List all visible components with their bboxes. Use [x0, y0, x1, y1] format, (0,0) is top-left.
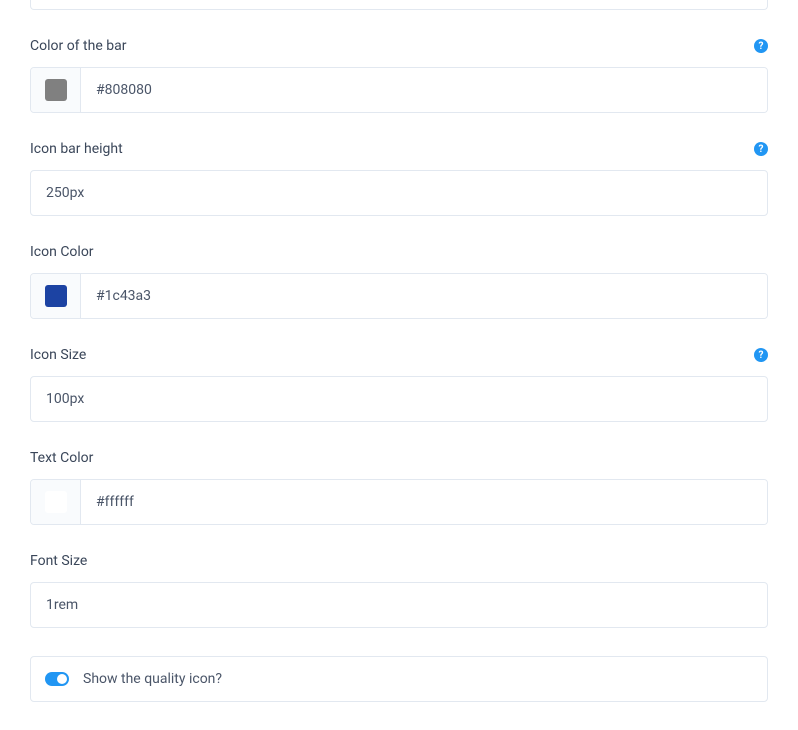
field-show-quality-icon: Show the quality icon?	[30, 656, 768, 702]
truncated-input-bottom	[30, 0, 768, 10]
icon-color-swatch	[45, 285, 67, 307]
text-color-input-wrap	[30, 479, 768, 525]
label-row: Icon Color	[30, 244, 768, 260]
icon-color-label: Icon Color	[30, 244, 94, 260]
font-size-input[interactable]	[30, 582, 768, 628]
label-row: Text Color	[30, 450, 768, 466]
help-icon[interactable]: ?	[754, 348, 768, 362]
help-icon[interactable]: ?	[754, 142, 768, 156]
text-color-input[interactable]	[81, 480, 767, 524]
bar-color-swatch	[45, 79, 67, 101]
show-quality-icon-label: Show the quality icon?	[83, 671, 222, 687]
icon-color-swatch-cell[interactable]	[31, 274, 81, 318]
field-text-color: Text Color	[30, 450, 768, 525]
bar-color-input-wrap	[30, 67, 768, 113]
field-font-size: Font Size	[30, 553, 768, 628]
show-quality-icon-toggle[interactable]	[45, 672, 69, 686]
toggle-row: Show the quality icon?	[30, 656, 768, 702]
icon-bar-height-input[interactable]	[30, 170, 768, 216]
bar-color-swatch-cell[interactable]	[31, 68, 81, 112]
label-row: Icon Size ?	[30, 347, 768, 363]
bar-color-input[interactable]	[81, 68, 767, 112]
icon-color-input-wrap	[30, 273, 768, 319]
icon-color-input[interactable]	[81, 274, 767, 318]
label-row: Color of the bar ?	[30, 38, 768, 54]
bar-color-label: Color of the bar	[30, 38, 126, 54]
field-icon-color: Icon Color	[30, 244, 768, 319]
font-size-label: Font Size	[30, 553, 87, 569]
toggle-knob	[57, 674, 67, 684]
help-icon[interactable]: ?	[754, 39, 768, 53]
text-color-swatch	[45, 491, 67, 513]
label-row: Font Size	[30, 553, 768, 569]
icon-bar-height-label: Icon bar height	[30, 141, 123, 157]
field-bar-color: Color of the bar ?	[30, 38, 768, 113]
field-icon-size: Icon Size ?	[30, 347, 768, 422]
icon-size-input[interactable]	[30, 376, 768, 422]
text-color-swatch-cell[interactable]	[31, 480, 81, 524]
field-icon-bar-height: Icon bar height ?	[30, 141, 768, 216]
text-color-label: Text Color	[30, 450, 93, 466]
icon-size-label: Icon Size	[30, 347, 86, 363]
label-row: Icon bar height ?	[30, 141, 768, 157]
truncated-previous-field	[30, 0, 768, 10]
